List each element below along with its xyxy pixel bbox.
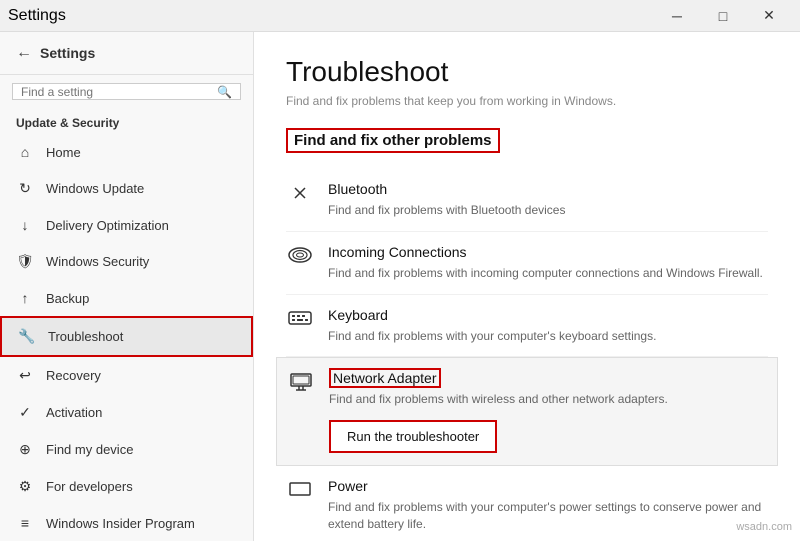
page-title: Troubleshoot (286, 56, 768, 88)
network-adapter-info: Network Adapter Find and fix problems wit… (329, 370, 767, 453)
app-body: ← Settings 🔍 Update & Security ⌂ Home ↻ Win… (0, 32, 800, 541)
power-info: Power Find and fix problems with your com… (328, 478, 768, 533)
main-content: Troubleshoot Find and fix problems that … (254, 32, 800, 541)
troubleshoot-item-keyboard: Keyboard Find and fix problems with your … (286, 295, 768, 358)
network-adapter-name: Network Adapter (329, 368, 441, 388)
delivery-optimization-icon: ↓ (16, 217, 34, 233)
sidebar-item-recovery[interactable]: ↩ Recovery (0, 357, 253, 394)
sidebar-item-windows-update[interactable]: ↻ Windows Update (0, 170, 253, 207)
sidebar-item-activation[interactable]: ✓ Activation (0, 394, 253, 431)
bluetooth-info: Bluetooth Find and fix problems with Blue… (328, 181, 768, 219)
network-adapter-desc: Find and fix problems with wireless and … (329, 391, 767, 408)
windows-security-label: Windows Security (46, 254, 149, 269)
for-developers-label: For developers (46, 479, 133, 494)
sidebar-item-find-my-device[interactable]: ⊕ Find my device (0, 431, 253, 468)
windows-update-label: Windows Update (46, 181, 144, 196)
sidebar-item-windows-security[interactable]: 🛡 Windows Security (0, 243, 253, 280)
power-desc: Find and fix problems with your computer… (328, 499, 768, 533)
incoming-connections-name: Incoming Connections (328, 244, 467, 260)
bluetooth-desc: Find and fix problems with Bluetooth dev… (328, 202, 768, 219)
troubleshoot-items-container: Bluetooth Find and fix problems with Blue… (286, 169, 768, 541)
restore-button[interactable]: □ (700, 0, 746, 32)
incoming-connections-info: Incoming Connections Find and fix problem… (328, 244, 768, 282)
windows-update-icon: ↻ (16, 180, 34, 197)
network-adapter-run-button[interactable]: Run the troubleshooter (329, 420, 497, 453)
home-label: Home (46, 145, 81, 160)
windows-security-icon: 🛡 (16, 253, 34, 270)
keyboard-info: Keyboard Find and fix problems with your … (328, 307, 768, 345)
windows-insider-label: Windows Insider Program (46, 516, 195, 531)
minimize-button[interactable]: ─ (654, 0, 700, 32)
title-bar-left: Settings (8, 7, 66, 25)
home-icon: ⌂ (16, 144, 34, 160)
windows-insider-icon: ≡ (16, 515, 34, 531)
close-button[interactable]: ✕ (746, 0, 792, 32)
power-icon (286, 478, 314, 503)
page-subtitle: Find and fix problems that keep you from… (286, 94, 768, 108)
sidebar-search-container[interactable]: 🔍 (12, 83, 241, 100)
sidebar-item-windows-insider[interactable]: ≡ Windows Insider Program (0, 505, 253, 541)
keyboard-desc: Find and fix problems with your computer… (328, 328, 768, 345)
incoming-connections-icon (286, 244, 314, 269)
title-bar-title: Settings (8, 7, 66, 25)
power-name: Power (328, 478, 368, 494)
sidebar-section-title: Update & Security (0, 108, 253, 134)
sidebar: ← Settings 🔍 Update & Security ⌂ Home ↻ Win… (0, 32, 254, 541)
find-my-device-label: Find my device (46, 442, 133, 457)
bluetooth-name: Bluetooth (328, 181, 387, 197)
delivery-optimization-label: Delivery Optimization (46, 218, 169, 233)
troubleshoot-item-incoming-connections: Incoming Connections Find and fix problem… (286, 232, 768, 295)
troubleshoot-item-network-adapter: Network Adapter Find and fix problems wit… (276, 357, 778, 466)
search-input[interactable] (13, 85, 209, 99)
keyboard-name: Keyboard (328, 307, 388, 323)
troubleshoot-icon: 🔧 (18, 328, 36, 345)
find-my-device-icon: ⊕ (16, 441, 34, 458)
watermark: wsadn.com (736, 521, 792, 533)
sidebar-back-button[interactable]: ← (16, 44, 32, 62)
section-header: Find and fix other problems (286, 128, 500, 153)
sidebar-header: ← Settings (0, 32, 253, 75)
title-bar: Settings ─ □ ✕ (0, 0, 800, 32)
activation-icon: ✓ (16, 404, 34, 421)
troubleshoot-item-bluetooth: Bluetooth Find and fix problems with Blue… (286, 169, 768, 232)
recovery-label: Recovery (46, 368, 101, 383)
recovery-icon: ↩ (16, 367, 34, 384)
bluetooth-icon (286, 181, 314, 209)
sidebar-item-delivery-optimization[interactable]: ↓ Delivery Optimization (0, 207, 253, 243)
sidebar-app-title: Settings (40, 45, 95, 61)
sidebar-item-for-developers[interactable]: ⚙ For developers (0, 468, 253, 505)
troubleshoot-item-power: Power Find and fix problems with your com… (286, 466, 768, 541)
incoming-connections-desc: Find and fix problems with incoming comp… (328, 265, 768, 282)
sidebar-item-backup[interactable]: ↑ Backup (0, 280, 253, 316)
for-developers-icon: ⚙ (16, 478, 34, 495)
network-adapter-icon (287, 370, 315, 398)
sidebar-items-container: ⌂ Home ↻ Windows Update ↓ Delivery Optimizati… (0, 134, 253, 541)
activation-label: Activation (46, 405, 102, 420)
backup-label: Backup (46, 291, 89, 306)
search-icon: 🔍 (209, 85, 240, 99)
backup-icon: ↑ (16, 290, 34, 306)
sidebar-item-troubleshoot[interactable]: 🔧 Troubleshoot (0, 316, 253, 357)
keyboard-icon (286, 307, 314, 332)
troubleshoot-label: Troubleshoot (48, 329, 123, 344)
sidebar-item-home[interactable]: ⌂ Home (0, 134, 253, 170)
title-bar-controls: ─ □ ✕ (654, 0, 792, 32)
